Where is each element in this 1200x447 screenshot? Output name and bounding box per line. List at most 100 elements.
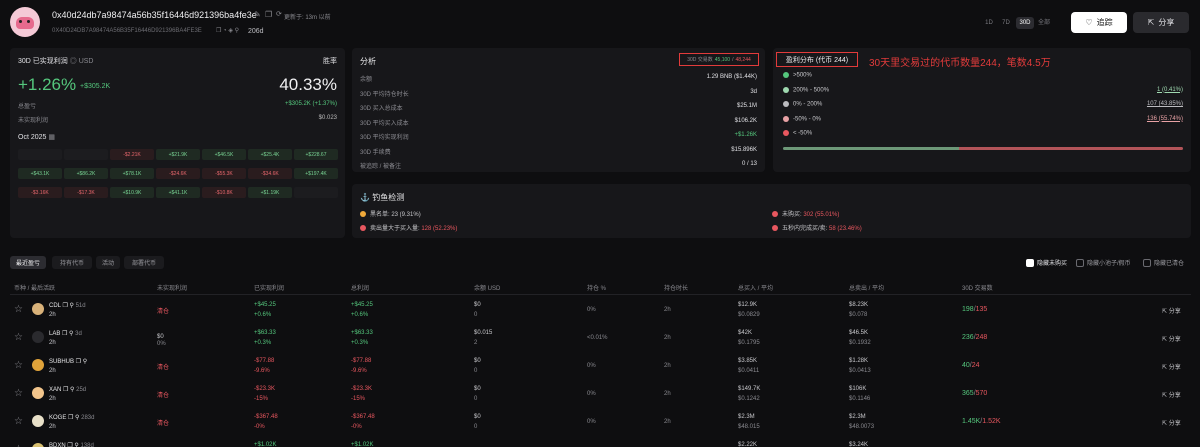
pnl-title: 30D 已实现利润 xyxy=(18,58,68,65)
calendar-cell xyxy=(18,149,62,160)
range-30d[interactable]: 30D xyxy=(1016,17,1034,29)
calendar-cell: +$21.9K xyxy=(156,149,200,160)
distribution-bar-red xyxy=(959,147,1183,150)
total-pct: -15% xyxy=(351,396,366,402)
tx-count-30d: 198/135 xyxy=(962,306,988,313)
balance-amount: 0 xyxy=(474,424,478,430)
unrealized-pnl: $0 xyxy=(157,334,164,340)
column-header[interactable]: 余额 USD xyxy=(474,283,500,292)
filter-hide-small-pool[interactable]: 隐藏小池子/假币 xyxy=(1076,258,1131,268)
share-button[interactable]: ⇱ 分享 xyxy=(1133,12,1189,33)
hold-time: 2h xyxy=(664,391,671,397)
calendar-cell: +$78.1K xyxy=(110,168,154,179)
range-tabs: 1D 7D 30D 全部 xyxy=(982,17,1052,29)
tx-count-30d: 40/24 xyxy=(962,362,980,369)
total-buy: $12.9K xyxy=(738,302,758,308)
token-symbol[interactable]: CDL ❐ ⚲ 51d xyxy=(49,302,86,309)
total-pnl: +$63.33 xyxy=(351,330,373,336)
total-pnl: -$367.48 xyxy=(351,414,375,420)
distribution-label: -50% - 0% xyxy=(783,115,821,122)
realized-pct: +0.6% xyxy=(254,312,272,318)
filter-hide-closed[interactable]: 隐藏已清仓 xyxy=(1143,258,1184,268)
phishing-card: ⚓ 钓鱼检测 黑名单: 23 (9.31%) 未购买: 302 (55.01%) 卖… xyxy=(352,184,1191,238)
calendar-cell: +$43.1K xyxy=(18,168,62,179)
star-icon[interactable]: ☆ xyxy=(14,332,23,343)
calendar-cell: +$1.19K xyxy=(248,187,292,198)
table-row[interactable]: ☆BDXN ❐ ⚲ 138d+$1.02K+$1.02K$2.22K$3.24K xyxy=(0,440,1200,447)
column-header[interactable]: 总卖出 / 平均 xyxy=(849,283,884,292)
tx-count-30d: 365/570 xyxy=(962,390,988,397)
total-sell: $8.23K xyxy=(849,302,869,308)
realized-pct: -0% xyxy=(254,424,265,430)
tab-recent-pnl[interactable]: 最近盈亏 xyxy=(10,256,46,269)
refresh-icon[interactable]: ⟳ xyxy=(276,10,282,18)
token-symbol[interactable]: LAB ❐ ⚲ 3d xyxy=(49,330,82,337)
row-share-button[interactable]: ⇱ 分享 xyxy=(1162,390,1181,399)
phishing-item: 五秒内完成买/卖: 58 (23.46%) xyxy=(772,223,862,232)
last-active: 2h xyxy=(49,396,56,402)
table-row[interactable]: ☆ CDL ❐ ⚲ 51d 2h 清仓 +$45.25 +0.6% +$45.25 +0.6%… xyxy=(0,300,1200,326)
column-header[interactable]: 币种 / 最后活跃 xyxy=(14,283,55,292)
star-icon[interactable]: ☆ xyxy=(14,360,23,371)
follow-button[interactable]: ♡ 追踪 xyxy=(1071,12,1127,33)
unrealized-pnl: 清仓 xyxy=(157,393,170,399)
wallet-page: 0x40d24db7a98474a56b35f16446d921396ba4fe… xyxy=(0,0,1200,447)
column-header[interactable]: 总买入 / 平均 xyxy=(738,283,773,292)
total-pnl-value: +$305.2K (+1.37%) xyxy=(284,101,337,107)
range-1d[interactable]: 1D xyxy=(982,17,996,29)
unrealized-value: $0.023 xyxy=(318,115,337,121)
total-sell: $106K xyxy=(849,386,867,392)
distribution-value: 1 (0.41%) xyxy=(1156,86,1183,93)
token-symbol[interactable]: XAN ❐ ⚲ 25d xyxy=(49,386,86,393)
column-header[interactable]: 30D 交易数 xyxy=(962,283,993,292)
column-header[interactable]: 持仓时长 xyxy=(664,283,688,292)
star-icon[interactable]: ☆ xyxy=(14,304,23,315)
row-share-button[interactable]: ⇱ 分享 xyxy=(1162,306,1181,315)
token-symbol[interactable]: KOGE ❐ ⚲ 283d xyxy=(49,414,94,421)
star-icon[interactable]: ☆ xyxy=(14,416,23,427)
column-header[interactable]: 已实现利润 xyxy=(254,283,284,292)
row-share-button[interactable]: ⇱ 分享 xyxy=(1162,362,1181,371)
row-share-button[interactable]: ⇱ 分享 xyxy=(1162,334,1181,343)
column-header[interactable]: 持仓 % xyxy=(587,283,606,292)
table-row[interactable]: ☆ LAB ❐ ⚲ 3d 2h $0 0% +$63.33 +0.3% +$63.33 +0.3… xyxy=(0,328,1200,354)
avg-buy: $0.1242 xyxy=(738,396,760,402)
star-icon[interactable]: ☆ xyxy=(14,388,23,399)
share-icon: ⇱ xyxy=(1162,337,1169,343)
balance-usd: $0 xyxy=(474,358,481,364)
table-row[interactable]: ☆ XAN ❐ ⚲ 25d 2h 清仓 -$23.3K -15% -$23.3K -15% $0… xyxy=(0,384,1200,410)
total-pct: -9.6% xyxy=(351,368,367,374)
wallet-address: 0x40d24db7a98474a56b35f16446d921396ba4fe… xyxy=(52,10,257,20)
position-pct: 0% xyxy=(587,391,596,397)
avg-buy: $0.0411 xyxy=(738,368,760,374)
total-sell: $2.3M xyxy=(849,414,866,420)
edit-icon[interactable]: ✎ xyxy=(254,10,261,19)
distribution-bar xyxy=(783,147,1183,150)
phishing-item: 黑名单: 23 (9.31%) xyxy=(360,209,421,218)
token-symbol[interactable]: SUBHUB ❐ ⚲ xyxy=(49,358,87,365)
hold-time: 2h xyxy=(664,307,671,313)
balance-usd: $0 xyxy=(474,302,481,308)
column-header[interactable]: 未实现利润 xyxy=(157,283,187,292)
tab-holdings[interactable]: 持有代币 xyxy=(52,256,92,269)
wallet-icons: ❐ ◔ ◈ ⚲ xyxy=(216,28,240,34)
range-7d[interactable]: 7D xyxy=(998,17,1014,29)
copy-icon[interactable]: ❐ xyxy=(265,10,272,19)
analysis-value: +$1.26K xyxy=(734,132,757,138)
balance-usd: $0 xyxy=(474,414,481,420)
calendar-cell: -$17.3K xyxy=(64,187,108,198)
token-icon xyxy=(32,415,44,427)
position-pct: 0% xyxy=(587,363,596,369)
token-symbol[interactable]: BDXN ❐ ⚲ 138d xyxy=(49,442,94,447)
table-row[interactable]: ☆ SUBHUB ❐ ⚲ 2h 清仓 -$77.88 -9.6% -$77.88 -9.6%… xyxy=(0,356,1200,382)
column-header[interactable]: 总利润 xyxy=(351,283,369,292)
range-all[interactable]: 全部 xyxy=(1036,17,1052,29)
realized-pct: -15% xyxy=(254,396,269,402)
tab-deployed[interactable]: 部署代币 xyxy=(124,256,164,269)
row-share-button[interactable]: ⇱ 分享 xyxy=(1162,418,1181,427)
table-row[interactable]: ☆ KOGE ❐ ⚲ 283d 2h 清仓 -$367.48 -0% -$367.48 -0%… xyxy=(0,412,1200,438)
filter-hide-unbought[interactable]: 隐藏未购买 xyxy=(1026,258,1067,268)
unrealized-pct: 0% xyxy=(157,341,166,347)
tab-activity[interactable]: 活动 xyxy=(96,256,120,269)
avg-buy: $0.0829 xyxy=(738,312,760,318)
